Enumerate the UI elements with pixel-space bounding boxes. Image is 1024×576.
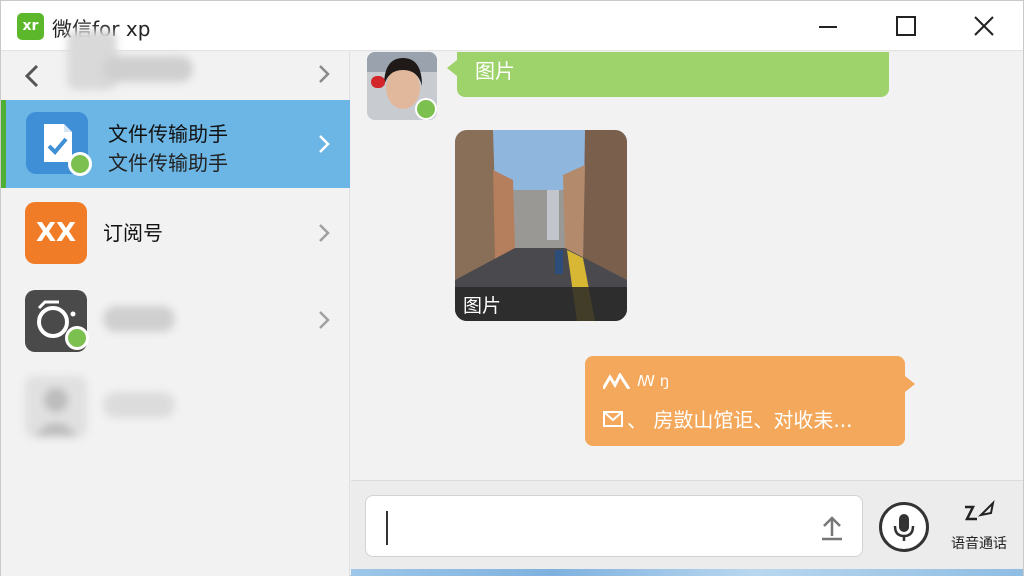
conversation-title: 订阅号 [103,221,163,245]
blurred-name [103,392,175,418]
taskbar-strip [351,569,1023,576]
microphone-icon [893,514,915,541]
mail-icon [603,410,623,427]
text-caret [386,511,388,545]
message-body: 、 房敳山馆讵、对收耒... [603,404,852,433]
voice-call-button[interactable]: 语音通话 [943,495,1015,555]
chat-panel: 图片 图片 ꟿ ŋ 、 房敳山馆讵、对收耒... 语音通话 [351,52,1023,576]
online-badge-icon [65,326,89,350]
image-message[interactable]: 图片 [455,130,627,321]
app-window: xr 微信for xp 文件传输助手 文件传输助手 XX 订阅号 图片 图片 ꟿ… [0,0,1024,576]
conversation-item-back[interactable] [1,30,350,100]
close-button[interactable] [954,1,1014,51]
contact-avatar [25,376,87,438]
bubble-tail [447,60,457,76]
chevron-right-icon [319,224,330,242]
back-arrow-icon[interactable] [21,62,43,90]
title-bar: xr 微信for xp [1,1,1023,51]
chevron-right-icon [319,311,330,329]
conversation-item-contact[interactable] [1,366,350,452]
conversation-list: 文件传输助手 文件传输助手 XX 订阅号 [1,30,350,576]
composer-bar: 语音通话 [351,480,1023,576]
minimize-button[interactable] [798,1,858,51]
mountain-icon [603,373,631,389]
image-caption: 图片 [455,287,627,321]
upload-icon[interactable] [818,514,846,542]
message-bubble-outgoing[interactable]: ꟿ ŋ 、 房敳山馆讵、对收耒... [585,356,915,446]
minimize-icon [819,26,837,28]
conversation-item-file-transfer[interactable]: 文件传输助手 文件传输助手 [1,100,350,188]
subscriptions-avatar: XX [25,202,87,264]
chevron-right-icon [319,135,330,153]
conversation-title: 文件传输助手 [108,122,228,146]
message-text: 图片 [475,59,515,83]
phone-call-icon [964,499,995,521]
message-header: ꟿ ŋ [603,372,669,390]
message-text: 、 房敳山馆讵、对收耒... [627,408,853,432]
blurred-name [103,56,193,82]
message-bubble-incoming[interactable]: 图片 [447,52,889,97]
voice-call-label: 语音通话 [951,536,1007,552]
chevron-right-icon [319,65,330,83]
blurred-name [103,306,175,332]
online-badge-icon [68,152,92,176]
message-header-text: ꟿ ŋ [637,372,670,390]
bubble-tail [905,376,915,392]
voice-input-button[interactable] [879,502,929,552]
conversation-item-subscriptions[interactable]: XX 订阅号 [1,190,350,272]
person-silhouette-icon [35,388,77,436]
conversation-subtitle: 文件传输助手 [108,151,228,175]
download-badge-icon [415,98,437,120]
conversation-item-camera[interactable] [1,276,350,362]
maximize-icon [896,16,916,36]
message-input[interactable] [365,495,863,557]
maximize-button[interactable] [876,1,936,51]
sender-avatar[interactable] [367,52,437,120]
close-icon [974,16,994,36]
app-logo: xr [17,13,44,40]
